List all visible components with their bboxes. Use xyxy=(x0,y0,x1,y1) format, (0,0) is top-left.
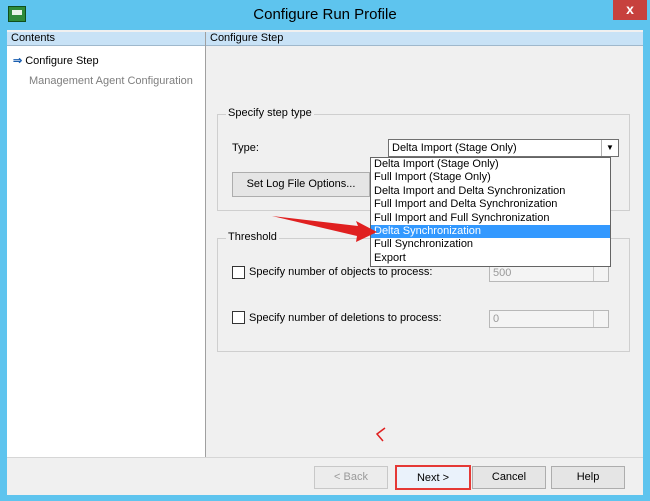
type-dropdown-list[interactable]: Delta Import (Stage Only) Full Import (S… xyxy=(370,157,611,267)
type-option[interactable]: Full Import and Delta Synchronization xyxy=(371,198,610,211)
deletions-checkbox[interactable] xyxy=(232,311,245,324)
contents-header: Contents xyxy=(7,32,205,46)
title-bar: Configure Run Profile x xyxy=(0,0,650,30)
cancel-button[interactable]: Cancel xyxy=(472,466,546,489)
spinner-arrows-icon xyxy=(593,311,608,327)
type-option[interactable]: Full Import and Full Synchronization xyxy=(371,212,610,225)
next-button[interactable]: Next > xyxy=(395,465,471,490)
window-title: Configure Run Profile xyxy=(253,6,397,23)
type-option[interactable]: Delta Import (Stage Only) xyxy=(371,158,610,171)
step-type-legend: Specify step type xyxy=(226,107,314,119)
type-option-highlighted[interactable]: Delta Synchronization xyxy=(371,224,610,239)
set-log-file-options-button[interactable]: Set Log File Options... xyxy=(232,172,370,197)
objects-checkbox[interactable] xyxy=(232,266,245,279)
spinner-arrows-icon xyxy=(593,265,608,281)
type-combobox-value: Delta Import (Stage Only) xyxy=(392,142,517,154)
button-bar: < Back Next > Cancel Help xyxy=(7,457,643,495)
type-combobox[interactable]: Delta Import (Stage Only) ▼ xyxy=(388,139,619,157)
back-button[interactable]: < Back xyxy=(314,466,388,489)
chevron-down-icon[interactable]: ▼ xyxy=(601,140,618,156)
deletions-value: 0 xyxy=(493,313,500,325)
type-option[interactable]: Delta Import and Delta Synchronization xyxy=(371,185,610,198)
threshold-legend: Threshold xyxy=(226,231,279,243)
nav-item-configure-step[interactable]: ⇒ Configure Step xyxy=(13,54,99,67)
type-option[interactable]: Full Synchronization xyxy=(371,238,610,251)
help-button[interactable]: Help xyxy=(551,466,625,489)
type-option[interactable]: Full Import (Stage Only) xyxy=(371,171,610,184)
objects-label: Specify number of objects to process: xyxy=(249,266,433,278)
configure-step-header: Configure Step xyxy=(206,32,643,46)
arrow-right-icon: ⇒ xyxy=(13,55,23,67)
deletions-spinner: 0 xyxy=(489,310,609,328)
contents-pane: Contents ⇒ Configure Step Management Agen… xyxy=(7,32,206,457)
close-button[interactable]: x xyxy=(613,0,647,20)
nav-item-label: Configure Step xyxy=(25,55,99,67)
type-label: Type: xyxy=(232,142,259,154)
nav-item-management-agent-configuration: Management Agent Configuration xyxy=(29,75,193,87)
objects-value: 500 xyxy=(493,267,512,279)
type-option[interactable]: Export xyxy=(371,252,610,265)
deletions-label: Specify number of deletions to process: xyxy=(249,312,442,324)
